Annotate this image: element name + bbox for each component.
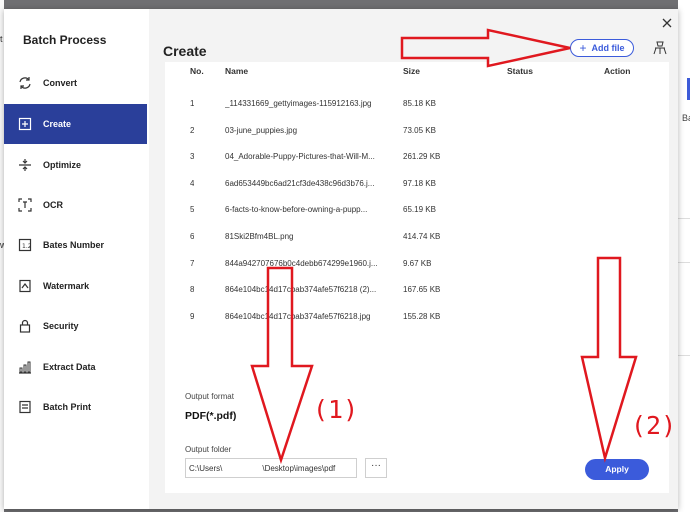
file-size: 9.67 KB [403,259,432,268]
security-icon [17,318,33,334]
row-number: 8 [190,285,195,294]
row-number: 7 [190,259,195,268]
file-name: 864e104bc14d17cbab374afe57f6218.jpg [225,312,371,321]
file-size: 414.74 KB [403,232,441,241]
row-number: 6 [190,232,195,241]
file-size: 261.29 KB [403,152,441,161]
annotation-label-1: (1) [313,395,359,424]
background-text: Ba [682,113,690,123]
row-number: 9 [190,312,195,321]
file-name: 864e104bc14d17cbab374afe57f6218 (2)... [225,285,377,294]
background-divider [678,262,690,263]
row-number: 4 [190,179,195,188]
sidebar-item-create[interactable]: Create [4,104,147,144]
file-size: 155.28 KB [403,312,441,321]
table-row[interactable]: 8 864e104bc14d17cbab374afe57f6218 (2)...… [165,276,669,303]
file-name: 6-facts-to-know-before-owning-a-pupp... [225,205,368,214]
batch-process-dialog: Batch Process Convert Create Optimize OC… [4,9,678,509]
table-row[interactable]: 3 04_Adorable-Puppy-Pictures-that-Will-M… [165,143,669,170]
row-number: 3 [190,152,195,161]
output-folder-input[interactable] [185,458,357,478]
output-format-label: Output format [185,392,234,401]
sidebar-item-watermark[interactable]: Watermark [4,266,147,306]
sidebar-item-label: OCR [43,200,63,210]
plus-icon: + [579,41,587,55]
sidebar: Batch Process Convert Create Optimize OC… [4,9,149,509]
file-table: No. Name Size Status Action 1 _114331669… [165,62,669,380]
sidebar-item-extract-data[interactable]: Extract Data [4,347,147,387]
batch-print-icon [17,399,33,415]
bates-number-icon: 1.2 [17,237,33,253]
column-header-size: Size [403,66,421,76]
sidebar-title: Batch Process [23,33,107,47]
close-button[interactable] [659,15,675,31]
sidebar-item-bates-number[interactable]: 1.2 Bates Number [4,225,147,265]
create-icon [17,116,33,132]
sidebar-item-security[interactable]: Security [4,306,147,346]
browse-folder-button[interactable]: ··· [365,458,387,478]
file-name: _114331669_gettyimages-115912163.jpg [225,99,372,108]
sidebar-item-label: Watermark [43,281,90,291]
file-name: 03-june_puppies.jpg [225,126,298,135]
file-name: 04_Adorable-Puppy-Pictures-that-Will-M..… [225,152,375,161]
file-size: 65.19 KB [403,205,436,214]
sidebar-item-label: Create [43,119,72,129]
sidebar-item-label: Optimize [43,160,82,170]
column-header-name: Name [225,66,249,76]
table-row[interactable]: 7 844a942707676b0c4debb674299e1960.j... … [165,250,669,277]
watermark-icon [17,278,33,294]
table-row[interactable]: 2 03-june_puppies.jpg 73.05 KB [165,117,669,144]
annotation-label-2: (2) [631,411,677,440]
output-settings: Output format PDF(*.pdf) Output folder ·… [165,380,669,493]
settings-icon [653,41,667,55]
table-row[interactable]: 4 6ad653449bc6ad21cf3de438c96d3b76.j... … [165,170,669,197]
sidebar-item-ocr[interactable]: OCR [4,185,147,225]
sidebar-item-label: Batch Print [43,402,92,412]
add-file-button[interactable]: + Add file [570,39,634,57]
sidebar-item-optimize[interactable]: Optimize [4,145,147,185]
file-name: 81Ski2Bfm4BL.png [225,232,294,241]
page-title: Create [163,43,207,59]
convert-icon [17,75,33,91]
sidebar-item-convert[interactable]: Convert [4,63,147,103]
close-icon [662,18,672,28]
output-format-value[interactable]: PDF(*.pdf) [185,410,236,422]
column-header-action: Action [604,66,631,76]
row-number: 5 [190,205,195,214]
table-row[interactable]: 1 _114331669_gettyimages-115912163.jpg 8… [165,90,669,117]
ocr-icon [17,197,33,213]
background-divider [678,355,690,356]
row-number: 1 [190,99,195,108]
main-panel: Create + Add file No. Name Size Status A… [149,9,678,509]
svg-text:1.2: 1.2 [22,243,32,250]
table-row[interactable]: 6 81Ski2Bfm4BL.png 414.74 KB [165,223,669,250]
background-divider [678,218,690,219]
file-size: 97.18 KB [403,179,436,188]
column-header-status: Status [507,66,533,76]
sidebar-item-label: Bates Number [43,240,105,250]
settings-button[interactable] [652,40,668,56]
file-name: 6ad653449bc6ad21cf3de438c96d3b76.j... [225,179,375,188]
file-size: 73.05 KB [403,126,436,135]
sidebar-item-batch-print[interactable]: Batch Print [4,387,147,427]
row-number: 2 [190,126,195,135]
add-file-label: Add file [591,43,625,53]
extract-data-icon [17,359,33,375]
column-header-no: No. [190,66,204,76]
file-size: 85.18 KB [403,99,436,108]
sidebar-item-label: Extract Data [43,362,96,372]
file-name: 844a942707676b0c4debb674299e1960.j... [225,259,378,268]
output-folder-label: Output folder [185,445,232,454]
optimize-icon [17,157,33,173]
sidebar-item-label: Security [43,321,79,331]
apply-button[interactable]: Apply [585,459,649,480]
table-row[interactable]: 9 864e104bc14d17cbab374afe57f6218.jpg 15… [165,303,669,330]
sidebar-item-label: Convert [43,78,78,88]
file-size: 167.65 KB [403,285,441,294]
table-row[interactable]: 5 6-facts-to-know-before-owning-a-pupp..… [165,196,669,223]
background-app-right-edge: Ba [678,0,690,512]
